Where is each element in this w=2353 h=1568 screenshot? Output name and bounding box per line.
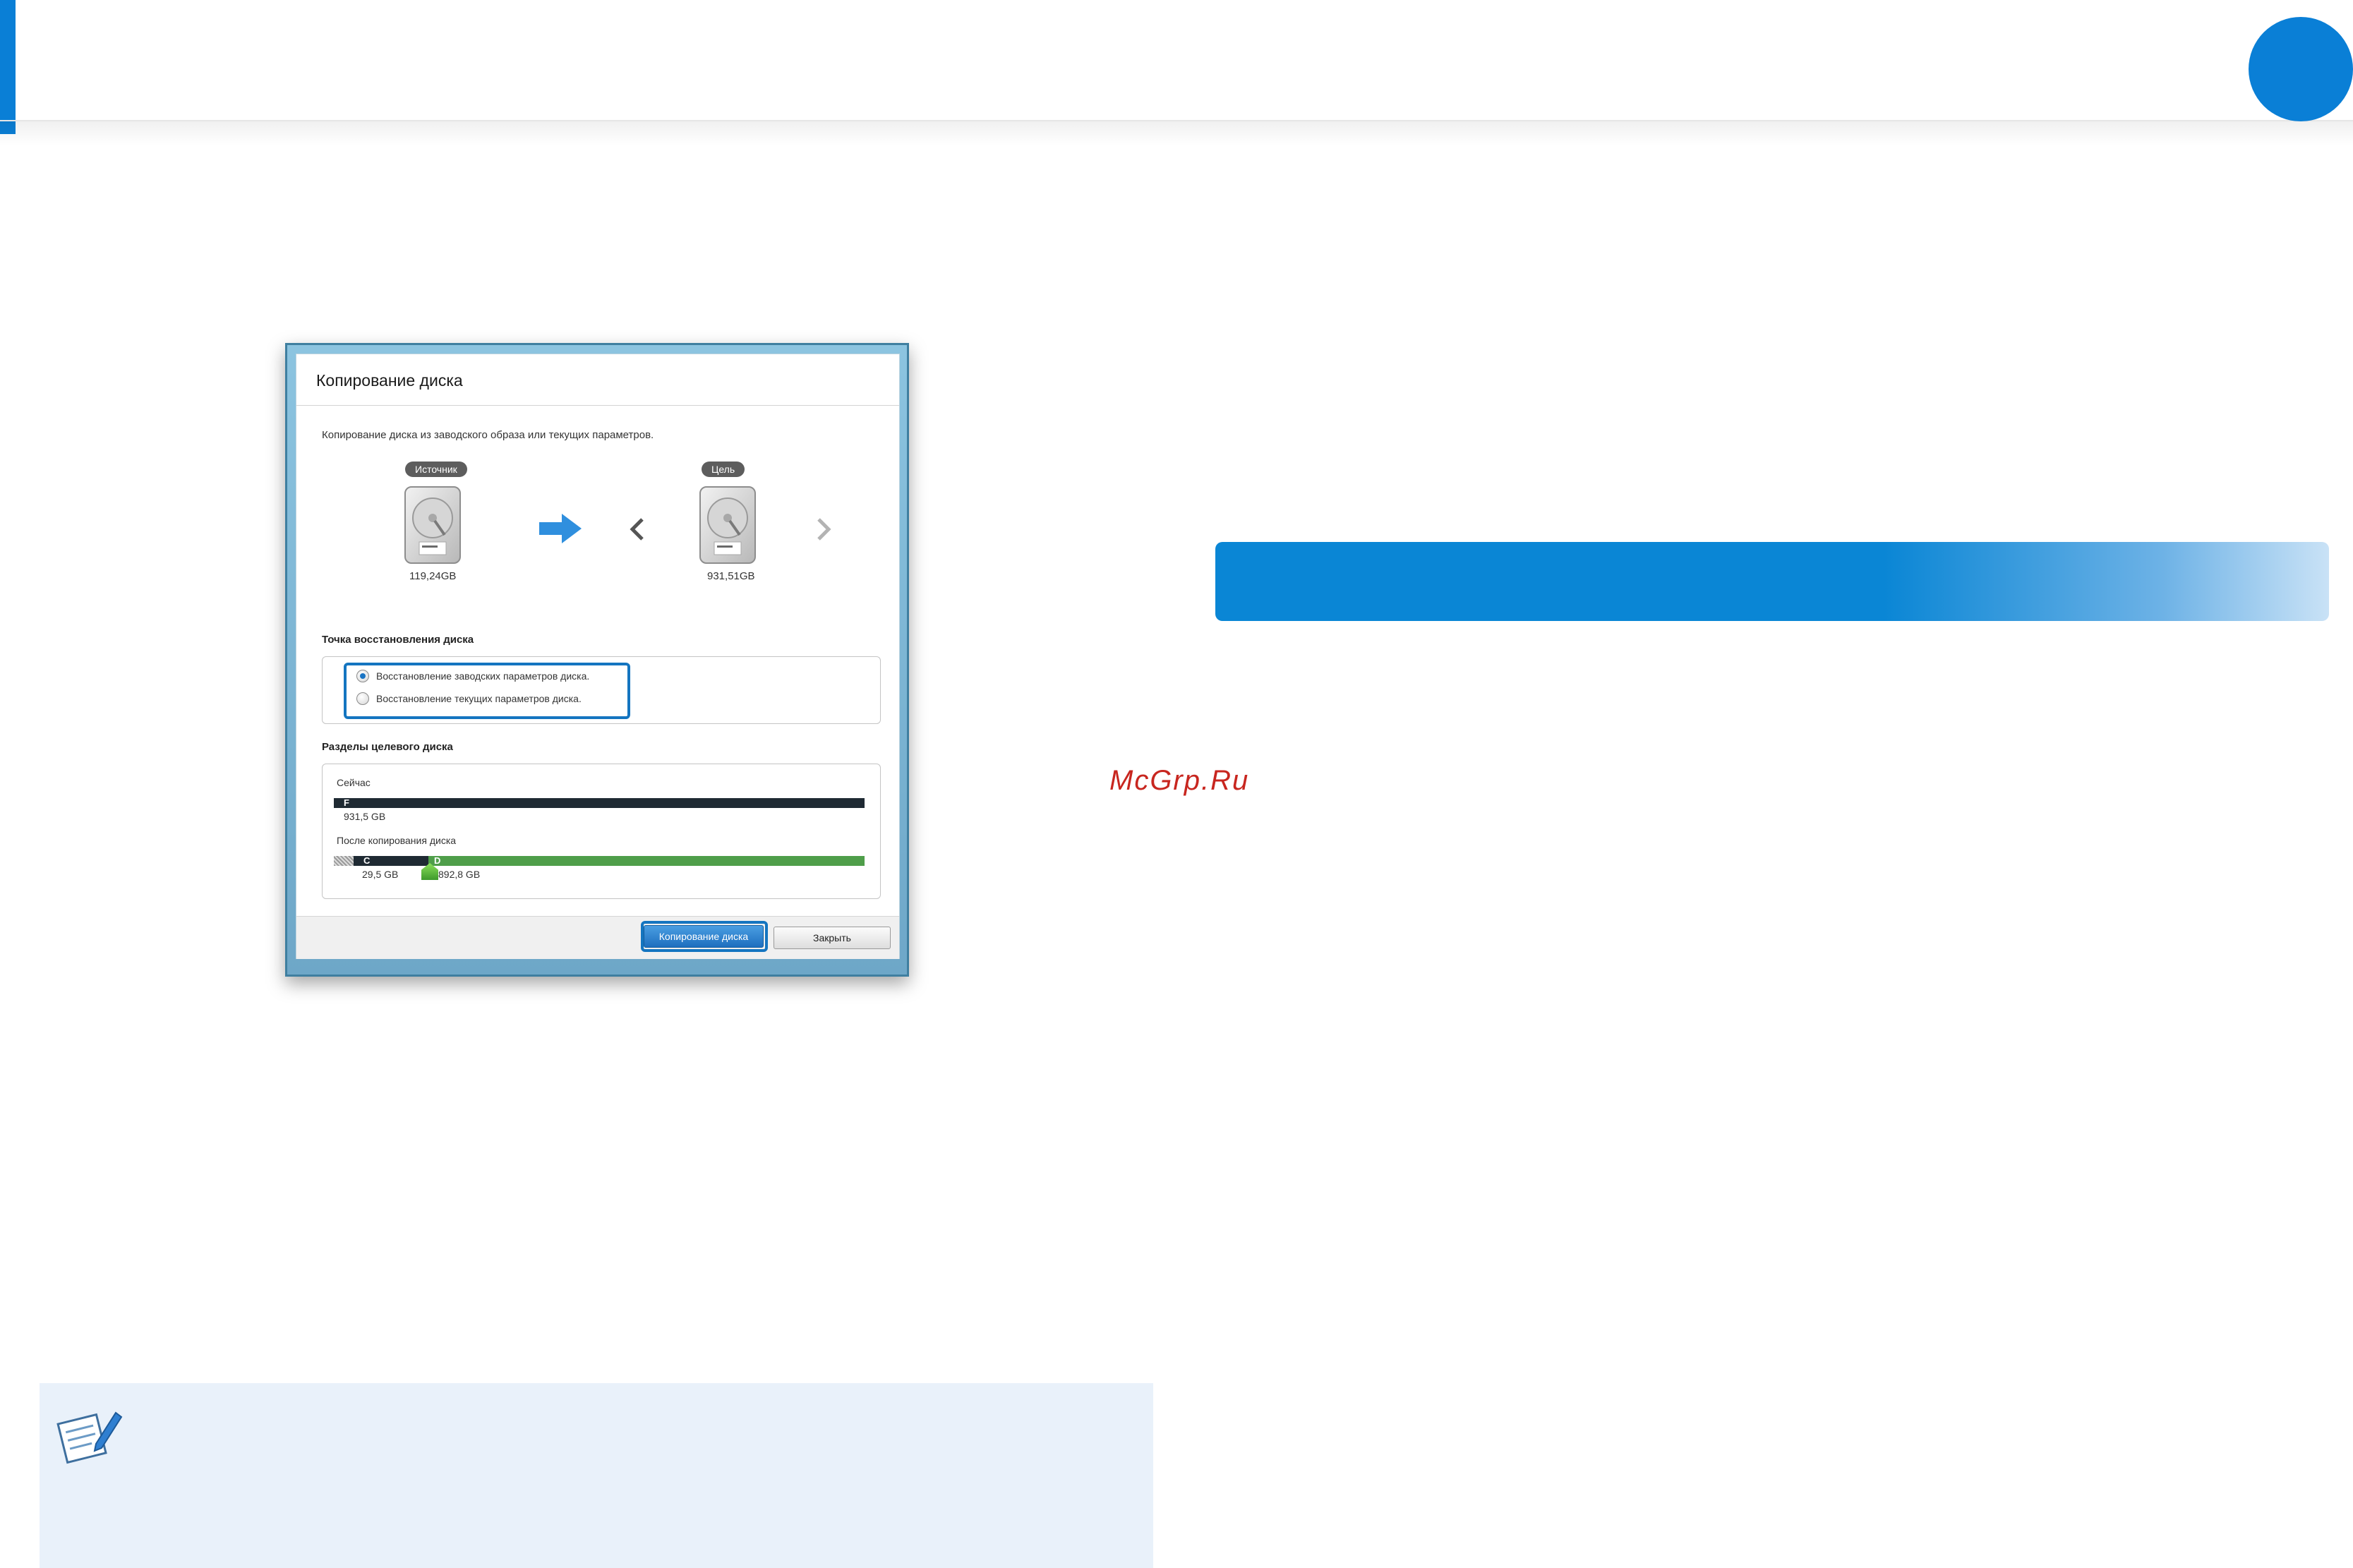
- section-banner: [1215, 542, 2329, 621]
- disk-copy-window: Копирование диска Копирование диска из з…: [285, 343, 909, 977]
- partition-bar-after: C D: [334, 855, 865, 866]
- after-label: После копирования диска: [337, 835, 457, 846]
- chapter-badge: [2249, 17, 2353, 121]
- partition-letter: C: [363, 855, 371, 866]
- partition-letter: F: [344, 797, 349, 808]
- radio-current-restore[interactable]: Восстановление текущих параметров диска.: [356, 688, 582, 709]
- partition-letter: D: [434, 855, 441, 866]
- now-partition-size: 931,5 GB: [344, 811, 386, 822]
- dialog-footer: Копирование диска Закрыть: [296, 916, 899, 959]
- left-accent-bar: [0, 0, 16, 134]
- now-label: Сейчас: [337, 777, 371, 788]
- hard-drive-icon[interactable]: [699, 486, 757, 565]
- arrow-right-icon: [539, 514, 582, 543]
- copy-disk-button[interactable]: Копирование диска: [644, 925, 764, 948]
- hard-drive-icon[interactable]: [404, 486, 462, 565]
- dialog-description: Копирование диска из заводского образа и…: [322, 429, 654, 441]
- partition-d-size: 892,8 GB: [438, 869, 481, 880]
- source-size: 119,24GB: [409, 570, 457, 582]
- radio-button[interactable]: [356, 670, 369, 682]
- chevron-right-icon[interactable]: [816, 517, 833, 542]
- dialog-title: Копирование диска: [316, 371, 463, 390]
- partition-c-size: 29,5 GB: [362, 869, 399, 880]
- close-button[interactable]: Закрыть: [774, 927, 891, 949]
- partition-c: C: [354, 855, 428, 866]
- restore-options-group: Восстановление заводских параметров диск…: [322, 656, 881, 724]
- target-label: Цель: [702, 462, 745, 477]
- partition-bar-now: F: [334, 797, 865, 808]
- watermark: McGrp.Ru: [1109, 765, 1250, 796]
- chevron-left-icon[interactable]: [628, 517, 645, 542]
- disk-copy-dialog: Копирование диска Копирование диска из з…: [296, 354, 900, 959]
- partitions-panel: Сейчас F 931,5 GB После копирования диск…: [322, 764, 881, 899]
- note-pencil-icon: [56, 1411, 123, 1464]
- target-partitions-heading: Разделы целевого диска: [322, 741, 453, 753]
- radio-button[interactable]: [356, 692, 369, 705]
- title-divider: [296, 405, 899, 406]
- radio-label: Восстановление заводских параметров диск…: [376, 670, 590, 682]
- partition-d: D: [428, 855, 865, 866]
- note-box: [40, 1383, 1153, 1568]
- radio-factory-restore[interactable]: Восстановление заводских параметров диск…: [356, 665, 589, 687]
- radio-label: Восстановление текущих параметров диска.: [376, 693, 582, 704]
- source-label: Источник: [405, 462, 467, 477]
- partition-reserved: [334, 856, 354, 866]
- restore-point-heading: Точка восстановления диска: [322, 634, 474, 646]
- target-size: 931,51GB: [707, 570, 755, 582]
- header-divider: [0, 120, 2353, 145]
